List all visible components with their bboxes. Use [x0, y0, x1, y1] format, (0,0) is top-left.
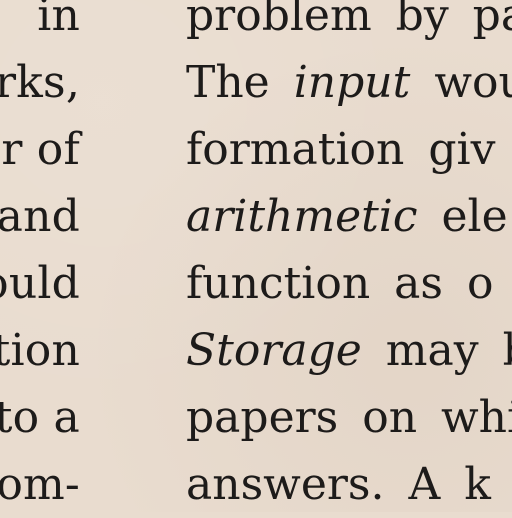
right-line-1: problem by pa	[186, 0, 512, 49]
right-line-3: formation giv	[186, 116, 512, 183]
right-line-6-suffix: may b	[385, 325, 512, 376]
right-line-8-suffix: answers. A k	[186, 459, 491, 510]
left-line-8: om-	[0, 459, 80, 510]
right-line-7-suffix: papers on whi	[186, 392, 512, 443]
paper-page: in rks, r of and ould tion to a om- prob…	[0, 0, 512, 512]
right-line-2-italic: input	[293, 57, 411, 108]
right-line-8: answers. A k	[186, 451, 512, 518]
left-line-7: to a	[0, 392, 80, 443]
right-line-4-suffix: ele	[417, 191, 508, 242]
left-line-3: r of	[1, 124, 80, 175]
right-text-column: problem by pa The input wou formation gi…	[186, 0, 512, 518]
right-line-5: function as o	[186, 250, 512, 317]
left-line-5: ould	[0, 258, 80, 309]
right-line-6-italic: Storage	[186, 325, 362, 376]
right-line-4: arithmetic ele	[186, 183, 512, 250]
right-line-6: Storage may b	[186, 317, 512, 384]
left-line-2: rks,	[0, 57, 80, 108]
right-line-4-italic: arithmetic	[186, 191, 418, 242]
right-line-2-suffix: wou	[434, 57, 512, 108]
right-line-1-suffix: problem by pa	[186, 0, 512, 41]
right-line-2: The input wou	[186, 49, 512, 116]
left-line-4: and	[0, 191, 80, 242]
right-line-3-suffix: formation giv	[186, 124, 496, 175]
left-line-1: in	[37, 0, 80, 41]
left-text-column: in rks, r of and ould tion to a om-	[0, 0, 80, 518]
right-line-5-suffix: function as o	[186, 258, 494, 309]
right-line-7: papers on whi	[186, 384, 512, 451]
right-line-2-prefix: The	[186, 57, 294, 108]
left-line-6: tion	[0, 325, 80, 376]
